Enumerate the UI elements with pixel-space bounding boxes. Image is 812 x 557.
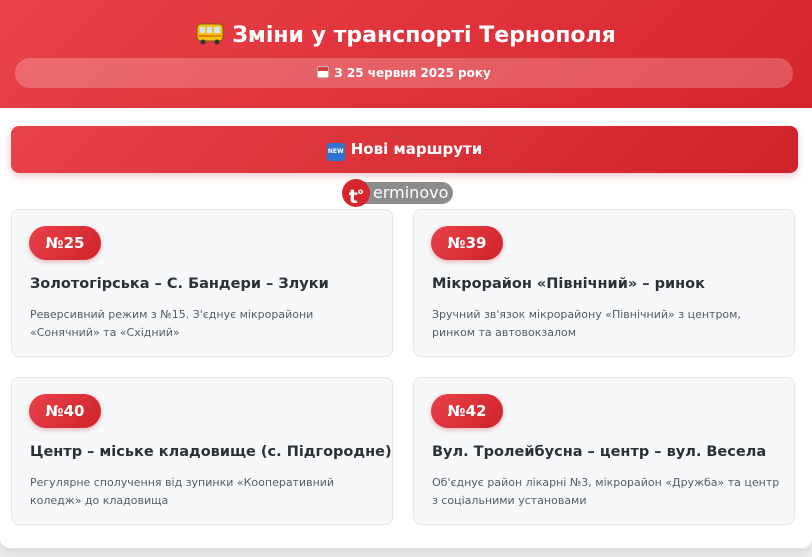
route-card[interactable]: №40 Центр – міське кладовище (с. Підгоро… [11,377,393,525]
route-name: Вул. Тролейбусна – центр – вул. Весела [432,444,767,460]
section-new-routes: NEW Нові маршрути [11,126,798,173]
route-name: Мікрорайон «Північний» – ринок [432,276,705,292]
date-banner: З 25 червня 2025 року [15,58,793,88]
watermark-letter: t [348,186,358,208]
date-text: З 25 червня 2025 року [334,66,491,80]
route-description: Об'єднує район лікарні №3, мікрорайон «Д… [432,476,780,507]
route-description: Реверсивний режим з №15. З'єднує мікрора… [30,308,314,339]
watermark-text: erminovo [364,182,454,204]
page-title: Зміни у транспорті Тернополя [232,23,616,48]
route-number-badge: №42 [431,394,503,428]
route-card[interactable]: №39 Мікрорайон «Північний» – ринок Зручн… [413,209,795,357]
bus-icon [196,23,224,45]
page-header: Зміни у транспорті Тернополя З 25 червня… [0,0,812,108]
watermark-badge: to [342,179,370,208]
route-card[interactable]: №42 Вул. Тролейбусна – центр – вул. Весе… [413,377,795,525]
new-icon: NEW [326,143,345,161]
section-title: Нові маршрути [350,140,483,158]
calendar-icon [317,66,330,78]
route-card[interactable]: №25 Золотогірська – С. Бандери – Злуки Р… [11,209,393,357]
route-number-badge: №40 [29,394,101,428]
page-title-row: Зміни у транспорті Тернополя [0,20,812,52]
route-description: Зручний зв'язок мікрорайону «Північний» … [432,308,741,339]
route-description: Регулярне сполучення від зупинки «Коопер… [30,476,335,507]
route-number-badge: №39 [431,226,503,260]
route-number-badge: №25 [29,226,101,260]
route-name: Центр – міське кладовище (с. Підгородне) [30,444,392,460]
route-name: Золотогірська – С. Бандери – Злуки [30,276,329,292]
